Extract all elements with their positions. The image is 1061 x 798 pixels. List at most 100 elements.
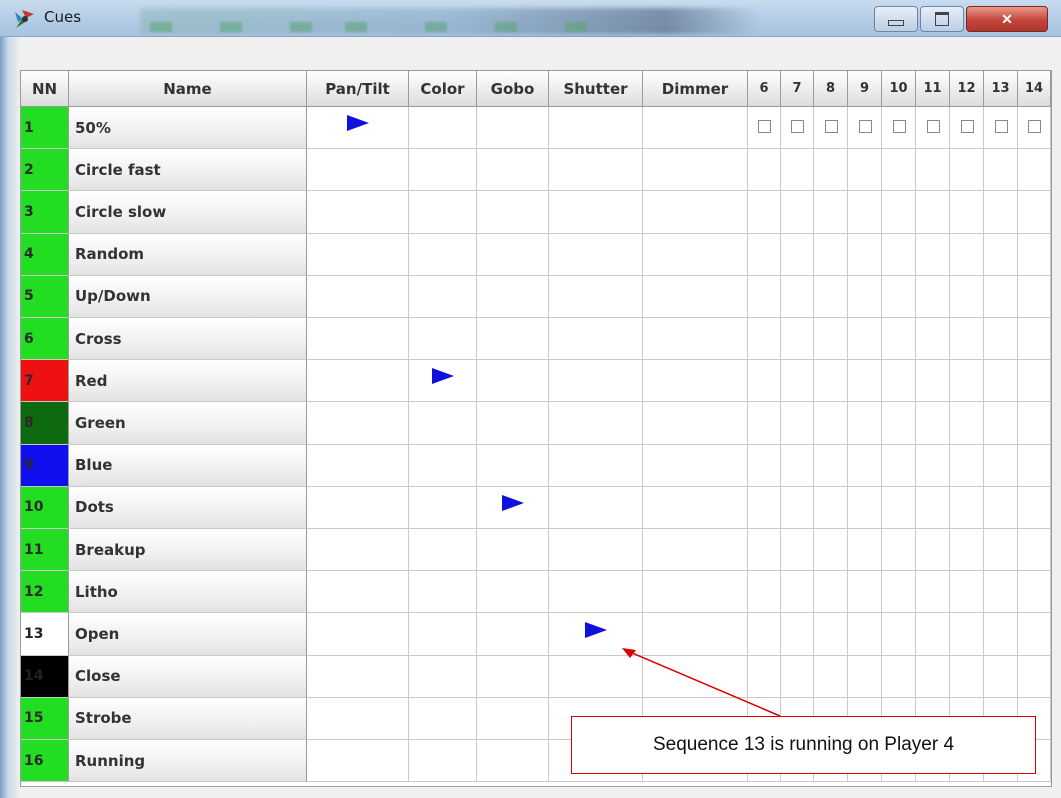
cue-cell[interactable] [950,191,984,234]
cue-cell[interactable] [409,486,477,529]
cue-cell[interactable] [916,318,950,361]
cue-cell[interactable] [1018,107,1051,150]
cue-cell[interactable] [984,529,1018,572]
cue-cell[interactable] [477,318,549,361]
cue-name[interactable]: Circle fast [69,149,307,192]
cue-cell[interactable] [307,444,409,487]
cue-cell[interactable] [984,191,1018,234]
cue-cell[interactable] [984,233,1018,276]
cue-cell[interactable] [882,360,916,403]
cue-cell[interactable] [307,149,409,192]
cue-cell[interactable] [781,233,814,276]
cue-cell[interactable] [916,233,950,276]
cue-cell[interactable] [549,655,643,698]
cue-cell[interactable] [748,486,781,529]
cue-cell[interactable] [477,149,549,192]
column-header-nn[interactable]: NN [21,71,69,107]
cue-cell[interactable] [882,107,916,150]
cue-cell[interactable] [882,233,916,276]
cue-cell[interactable] [549,107,643,150]
cue-cell[interactable] [409,275,477,318]
cue-cell[interactable] [950,107,984,150]
minimize-button[interactable] [874,6,918,32]
cue-cell[interactable] [643,360,748,403]
cue-cell[interactable] [549,360,643,403]
cue-cell[interactable] [950,529,984,572]
cue-name[interactable]: 50% [69,107,307,150]
cue-name[interactable]: Breakup [69,529,307,572]
cue-cell[interactable] [781,529,814,572]
cue-number[interactable]: 11 [21,529,69,572]
cue-cell[interactable] [307,740,409,783]
cue-cell[interactable] [848,360,882,403]
cue-cell[interactable] [307,360,409,403]
cue-cell[interactable] [814,529,848,572]
cue-cell[interactable] [409,571,477,614]
cue-cell[interactable] [748,360,781,403]
cue-cell[interactable] [984,107,1018,150]
cue-cell[interactable] [916,360,950,403]
cue-cell[interactable] [950,402,984,445]
cue-cell[interactable] [882,613,916,656]
cue-number[interactable]: 10 [21,486,69,529]
cue-cell[interactable] [781,107,814,150]
player-checkbox[interactable] [1028,119,1041,133]
play-icon[interactable] [432,368,454,385]
cue-cell[interactable] [307,191,409,234]
cue-cell[interactable] [950,318,984,361]
cue-cell[interactable] [1018,318,1051,361]
cue-cell[interactable] [643,444,748,487]
cue-cell[interactable] [549,486,643,529]
cue-cell[interactable] [1018,402,1051,445]
cue-cell[interactable] [307,275,409,318]
cue-cell[interactable] [781,360,814,403]
cue-cell[interactable] [984,486,1018,529]
cue-cell[interactable] [307,529,409,572]
cue-cell[interactable] [916,444,950,487]
cue-cell[interactable] [1018,486,1051,529]
cue-cell[interactable] [643,402,748,445]
cue-cell[interactable] [409,444,477,487]
cue-cell[interactable] [916,571,950,614]
cue-cell[interactable] [409,191,477,234]
cue-cell[interactable] [307,318,409,361]
cue-cell[interactable] [916,191,950,234]
cue-name[interactable]: Cross [69,318,307,361]
cue-cell[interactable] [882,486,916,529]
cue-cell[interactable] [409,107,477,150]
column-header-10[interactable]: 10 [882,71,916,107]
cue-cell[interactable] [477,191,549,234]
cue-cell[interactable] [882,571,916,614]
player-checkbox[interactable] [758,119,771,133]
cue-cell[interactable] [984,402,1018,445]
cue-number[interactable]: 5 [21,275,69,318]
cue-cell[interactable] [1018,529,1051,572]
cue-cell[interactable] [984,655,1018,698]
cue-cell[interactable] [950,360,984,403]
player-checkbox[interactable] [791,119,804,133]
cue-cell[interactable] [1018,613,1051,656]
cue-cell[interactable] [643,149,748,192]
cue-cell[interactable] [643,486,748,529]
cue-cell[interactable] [549,402,643,445]
cue-cell[interactable] [916,655,950,698]
cue-cell[interactable] [307,571,409,614]
cue-cell[interactable] [477,107,549,150]
cue-cell[interactable] [848,444,882,487]
cue-cell[interactable] [307,486,409,529]
cue-cell[interactable] [984,360,1018,403]
cue-cell[interactable] [781,613,814,656]
cue-cell[interactable] [950,486,984,529]
player-checkbox[interactable] [994,119,1008,133]
cue-number[interactable]: 6 [21,318,69,361]
cue-cell[interactable] [882,655,916,698]
cue-cell[interactable] [781,444,814,487]
column-header-12[interactable]: 12 [950,71,984,107]
cue-cell[interactable] [409,402,477,445]
column-header-color[interactable]: Color [409,71,477,107]
cue-cell[interactable] [781,655,814,698]
cue-cell[interactable] [814,318,848,361]
cue-cell[interactable] [409,529,477,572]
cue-cell[interactable] [549,149,643,192]
cue-cell[interactable] [848,486,882,529]
